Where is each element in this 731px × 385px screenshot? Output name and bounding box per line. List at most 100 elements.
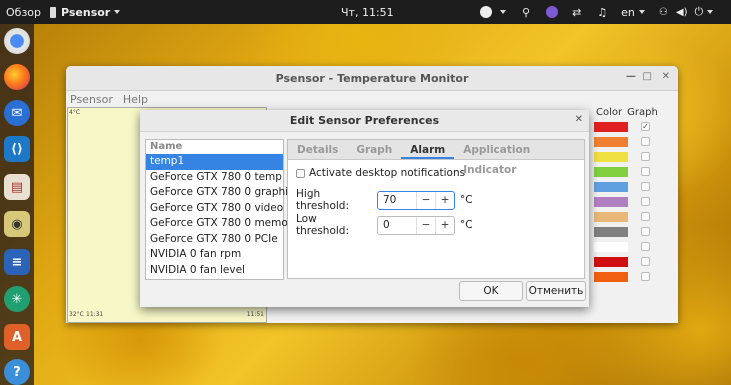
sensor-color-swatch[interactable]: [594, 197, 628, 207]
window-title: Psensor - Temperature Monitor: [275, 71, 469, 85]
tab-application-indicator[interactable]: Application Indicator: [454, 140, 584, 176]
sensor-item[interactable]: GeForce GTX 780 0 video: [146, 201, 283, 217]
power-icon[interactable]: ⏻: [694, 5, 703, 19]
graph-checkbox[interactable]: [641, 272, 650, 281]
close-icon[interactable]: ✕: [662, 71, 670, 82]
edit-sensor-dialog: Edit Sensor Preferences ✕ Name temp1 GeF…: [140, 110, 589, 307]
sensor-list-header[interactable]: Name: [146, 140, 283, 154]
low-threshold-spinner[interactable]: 0 − +: [377, 215, 455, 235]
tab-details[interactable]: Details: [288, 140, 347, 159]
app-menu[interactable]: Psensor: [50, 0, 121, 24]
activities-button[interactable]: Обзор: [6, 0, 41, 24]
clock[interactable]: Чт, 11:51: [341, 0, 394, 24]
tab-graph[interactable]: Graph: [347, 140, 401, 159]
sensor-color-column: [594, 122, 628, 287]
sensor-color-swatch[interactable]: [594, 122, 628, 132]
files-icon[interactable]: ▤: [4, 174, 30, 200]
checkbox-box[interactable]: [296, 168, 305, 178]
sensor-color-swatch[interactable]: [594, 152, 628, 162]
sensor-color-swatch[interactable]: [594, 212, 628, 222]
close-icon[interactable]: ✕: [575, 114, 583, 125]
tab-alarm[interactable]: Alarm: [401, 140, 455, 159]
sensor-color-swatch[interactable]: [594, 227, 628, 237]
system-network-icon[interactable]: ⚇: [659, 7, 668, 18]
graph-checkbox[interactable]: [641, 137, 650, 146]
graph-checkbox[interactable]: [641, 197, 650, 206]
sensor-item[interactable]: NVIDIA 0 fan level: [146, 263, 283, 279]
maximize-icon[interactable]: □: [643, 71, 652, 82]
window-titlebar[interactable]: Psensor - Temperature Monitor — □ ✕: [66, 66, 678, 91]
network-app-icon[interactable]: ✳: [4, 286, 30, 312]
volume-icon[interactable]: ◀): [676, 7, 688, 18]
graph-column-header[interactable]: Graph: [627, 107, 658, 118]
audio-icon[interactable]: ♫: [597, 6, 607, 19]
high-threshold-input[interactable]: 70: [378, 192, 416, 209]
desktop-notifications-checkbox[interactable]: Activate desktop notifications: [296, 167, 465, 179]
vscode-icon[interactable]: ⟨⟩: [4, 136, 30, 162]
decrement-button[interactable]: −: [416, 216, 435, 234]
sensor-list: Name temp1 GeForce GTX 780 0 temp GeForc…: [145, 139, 299, 280]
menu-psensor[interactable]: Psensor: [70, 93, 113, 106]
psensor-icon: [50, 6, 56, 18]
firefox-icon[interactable]: [4, 64, 30, 90]
unit-label: °C: [460, 194, 473, 206]
tab-bar: Details Graph Alarm Application Indicato…: [288, 140, 584, 176]
decrement-button[interactable]: −: [416, 191, 435, 209]
sensor-color-swatch[interactable]: [594, 137, 628, 147]
chevron-down-icon: [638, 10, 645, 14]
usb-icon[interactable]: ⚲: [522, 6, 530, 19]
unit-label: °C: [460, 219, 473, 231]
language-indicator[interactable]: en: [621, 6, 635, 19]
sensor-color-swatch[interactable]: [594, 182, 628, 192]
graph-checkbox[interactable]: [641, 167, 650, 176]
graph-x-right-label: 11:51: [246, 311, 264, 318]
ok-button[interactable]: OK: [459, 281, 523, 301]
high-threshold-spinner[interactable]: 70 − +: [377, 190, 455, 210]
network-icon[interactable]: ⇄: [572, 6, 581, 19]
accessibility-icon[interactable]: [480, 6, 492, 18]
sensor-item[interactable]: NVIDIA 0 fan rpm: [146, 247, 283, 263]
cancel-button[interactable]: Отменить: [526, 281, 586, 301]
chevron-down-icon: [707, 10, 714, 14]
graph-checkbox[interactable]: [641, 152, 650, 161]
sensor-graph-column: ✓: [641, 122, 650, 287]
viber-icon[interactable]: [546, 6, 559, 18]
graph-checkbox[interactable]: [641, 182, 650, 191]
increment-button[interactable]: +: [435, 216, 454, 234]
menu-help[interactable]: Help: [123, 93, 148, 106]
rhythmbox-icon[interactable]: ◉: [4, 211, 30, 237]
chromium-icon[interactable]: [4, 28, 30, 54]
graph-checkbox[interactable]: [641, 257, 650, 266]
sensor-item[interactable]: GeForce GTX 780 0 memory: [146, 216, 298, 232]
app-menu-label: Psensor: [61, 5, 111, 19]
low-threshold-input[interactable]: 0: [378, 217, 416, 234]
thunderbird-icon[interactable]: ✉: [4, 100, 30, 126]
sensor-color-swatch[interactable]: [594, 167, 628, 177]
sensor-color-swatch[interactable]: [594, 257, 628, 267]
sensor-color-swatch[interactable]: [594, 272, 628, 282]
chevron-down-icon: [114, 10, 121, 14]
color-column-header[interactable]: Color: [596, 107, 622, 118]
help-icon[interactable]: ?: [4, 359, 30, 385]
graph-y-top-label: 4°C: [69, 109, 81, 116]
graph-checkbox[interactable]: ✓: [641, 122, 650, 131]
chevron-down-icon: [500, 10, 506, 14]
increment-button[interactable]: +: [435, 191, 454, 209]
graph-checkbox[interactable]: [641, 227, 650, 236]
sensor-color-swatch[interactable]: [594, 242, 628, 252]
graph-checkbox[interactable]: [641, 242, 650, 251]
sensor-item[interactable]: GeForce GTX 780 0 graphics: [146, 185, 299, 201]
dialog-title: Edit Sensor Preferences: [289, 114, 440, 127]
minimize-icon[interactable]: —: [626, 71, 636, 82]
software-center-icon[interactable]: A: [4, 324, 30, 350]
low-threshold-row: Low threshold: 0 − + °C: [296, 213, 473, 237]
preferences-panel: Details Graph Alarm Application Indicato…: [287, 139, 585, 279]
libreoffice-writer-icon[interactable]: ≡: [4, 249, 30, 275]
sensor-item[interactable]: temp1: [146, 154, 283, 170]
sensor-item[interactable]: GeForce GTX 780 0 PCIe: [146, 232, 283, 248]
graph-checkbox[interactable]: [641, 212, 650, 221]
dialog-titlebar[interactable]: Edit Sensor Preferences ✕: [140, 110, 589, 132]
status-icons: ⚲ ⇄ ♫ en ⚇ ◀) ⏻: [480, 0, 714, 24]
sensor-item[interactable]: GeForce GTX 780 0 temp: [146, 170, 283, 186]
dock: ✉ ⟨⟩ ▤ ◉ ≡ ✳ A ?: [0, 24, 34, 385]
